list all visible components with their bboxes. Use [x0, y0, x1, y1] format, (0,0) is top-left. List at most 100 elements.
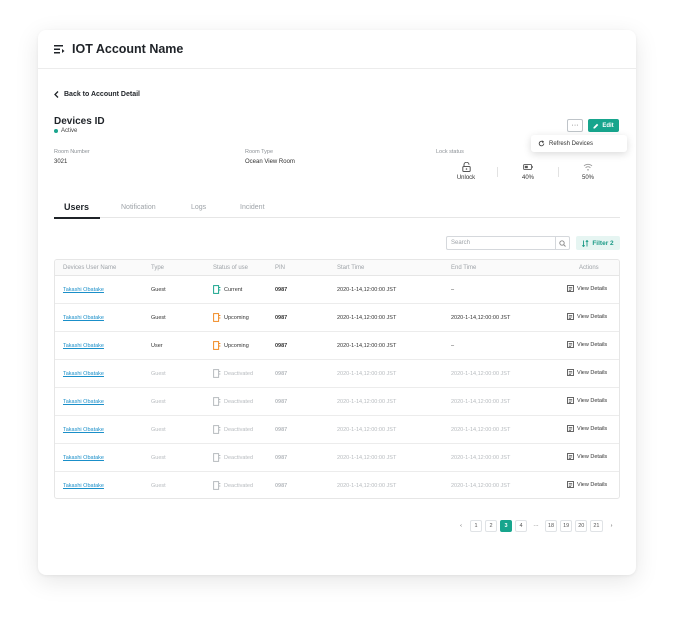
start-time: 2020-1-14,12:00:00 JST [337, 483, 397, 489]
col-status: Status of use [213, 264, 249, 271]
lock-value: Unlock [456, 175, 476, 181]
pin-value: 0987 [275, 315, 288, 321]
end-time: – [451, 287, 455, 293]
tab-users[interactable]: Users [64, 202, 89, 212]
user-name-link[interactable]: Takashi Obatake [63, 455, 104, 461]
pin-value: 0987 [275, 399, 288, 405]
search-button[interactable] [555, 237, 569, 249]
page-button[interactable]: 20 [575, 520, 588, 532]
view-details-button[interactable]: View Details [567, 397, 607, 404]
signal-value: 50% [581, 175, 594, 181]
door-status-icon [213, 313, 221, 322]
view-details-button[interactable]: View Details [567, 313, 607, 320]
user-name-link[interactable]: Takashi Obatake [63, 287, 104, 293]
unlock-icon [461, 162, 471, 172]
pin-value: 0987 [275, 371, 288, 377]
col-actions: Actions [579, 264, 599, 271]
view-details-button[interactable]: View Details [567, 285, 607, 292]
back-to-account-link[interactable]: Back to Account Detail [54, 91, 140, 98]
page-button[interactable]: 3 [500, 520, 512, 532]
tab-notification[interactable]: Notification [121, 204, 156, 211]
document-icon [567, 285, 574, 292]
filter-count: 2 [610, 239, 614, 247]
room-type-label: Room Type [245, 149, 274, 155]
edit-button[interactable]: Edit [588, 119, 619, 132]
status-label: Deactivated [224, 454, 254, 461]
page-button[interactable]: 4 [515, 520, 527, 532]
status-cell: Deactivated [213, 481, 253, 490]
pencil-icon [593, 123, 599, 128]
refresh-devices-menu-item[interactable]: Refresh Devices [531, 135, 627, 152]
tab-incident[interactable]: Incident [240, 204, 265, 211]
status-cell: Deactivated [213, 425, 253, 434]
door-status-icon [213, 425, 221, 434]
search-input[interactable]: Search [446, 236, 570, 250]
filter-button[interactable]: Filter 2 [576, 236, 620, 250]
filter-label: Filter [592, 239, 609, 247]
page-button[interactable]: 21 [590, 520, 603, 532]
pin-value: 0987 [275, 287, 288, 293]
pin-value: 0987 [275, 343, 288, 349]
status-label: Deactivated [224, 482, 254, 489]
col-type: Type [151, 264, 165, 271]
user-name-link[interactable]: Takashi Obatake [63, 427, 104, 433]
view-details-button[interactable]: View Details [567, 341, 607, 348]
end-time: 2020-1-14,12:00:00 JST [451, 455, 511, 461]
status-cell: Deactivated [213, 397, 253, 406]
status-cell: Upcoming [213, 341, 249, 350]
col-end-time: End Time [451, 264, 477, 271]
table-row: Takashi Obatake Guest Upcoming 0987 2020-1-1… [55, 304, 619, 332]
user-name-link[interactable]: Takashi Obatake [63, 371, 104, 377]
table-row: Takashi Obatake Guest Deactivated 0987 2020-… [55, 416, 619, 444]
door-status-icon [213, 397, 221, 406]
back-link-label: Back to Account Detail [64, 91, 140, 98]
page-button[interactable]: 2 [485, 520, 497, 532]
document-icon [567, 453, 574, 460]
status-label: Deactivated [224, 370, 254, 377]
user-name-link[interactable]: Takashi Obatake [63, 483, 104, 489]
view-details-button[interactable]: View Details [567, 369, 607, 376]
end-time: 2020-1-14,12:00:00 JST [451, 399, 511, 405]
document-icon [567, 313, 574, 320]
refresh-icon [538, 140, 545, 147]
battery-icon [523, 164, 533, 170]
refresh-devices-label: Refresh Devices [549, 140, 594, 147]
user-type: Guest [151, 427, 166, 433]
table-row: Takashi Obatake Guest Current 0987 2020-1-14… [55, 276, 619, 304]
user-name-link[interactable]: Takashi Obatake [63, 315, 104, 321]
room-number-label: Room Number [54, 149, 90, 155]
more-options-button[interactable]: ··· [567, 119, 583, 132]
view-details-button[interactable]: View Details [567, 425, 607, 432]
door-status-icon [213, 481, 221, 490]
table-row: Takashi Obatake Guest Deactivated 0987 2020-… [55, 472, 619, 498]
start-time: 2020-1-14,12:00:00 JST [337, 399, 397, 405]
user-name-link[interactable]: Takashi Obatake [63, 399, 104, 405]
pin-value: 0987 [275, 427, 288, 433]
device-status-label: Active [61, 128, 78, 134]
view-details-button[interactable]: View Details [567, 481, 607, 488]
prev-page-button[interactable]: ‹ [455, 520, 467, 532]
user-type: Guest [151, 371, 166, 377]
table-row: Takashi Obatake Guest Deactivated 0987 2020-… [55, 388, 619, 416]
page-button[interactable]: 19 [560, 520, 573, 532]
start-time: 2020-1-14,12:00:00 JST [337, 455, 397, 461]
end-time: 2020-1-14,12:00:00 JST [451, 315, 511, 321]
door-status-icon [213, 369, 221, 378]
view-details-button[interactable]: View Details [567, 453, 607, 460]
menu-icon[interactable] [54, 44, 65, 55]
active-tab-indicator [54, 217, 100, 219]
tab-logs[interactable]: Logs [191, 204, 206, 211]
document-icon [567, 425, 574, 432]
page-button[interactable]: 18 [545, 520, 558, 532]
col-start-time: Start Time [337, 264, 365, 271]
start-time: 2020-1-14,12:00:00 JST [337, 427, 397, 433]
document-icon [567, 369, 574, 376]
status-cell: Upcoming [213, 313, 249, 322]
user-name-link[interactable]: Takashi Obatake [63, 343, 104, 349]
user-type: Guest [151, 455, 166, 461]
table-row: Takashi Obatake Guest Deactivated 0987 2020-… [55, 444, 619, 472]
next-page-button[interactable]: › [605, 520, 618, 532]
document-icon [567, 481, 574, 488]
start-time: 2020-1-14,12:00:00 JST [337, 287, 397, 293]
page-button[interactable]: 1 [470, 520, 482, 532]
